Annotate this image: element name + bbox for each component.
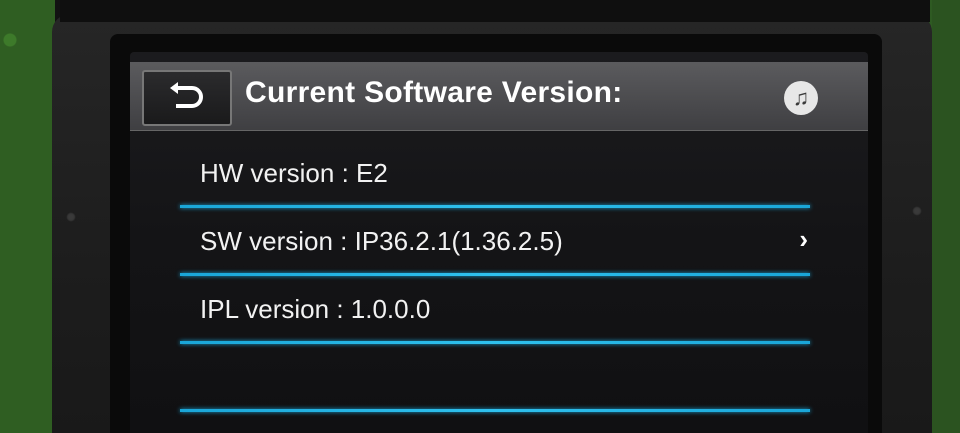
row-divider — [180, 273, 810, 276]
list-item-empty — [170, 348, 810, 412]
title-bar: Current Software Version: ♫ — [130, 62, 868, 131]
background-mat — [932, 0, 960, 433]
row-divider — [180, 205, 810, 208]
music-button[interactable]: ♫ — [784, 81, 818, 115]
row-divider — [180, 409, 810, 412]
chevron-right-icon: › — [799, 224, 808, 254]
page-title: Current Software Version: — [245, 76, 623, 109]
photo-background: Current Software Version: ♫ HW version :… — [0, 0, 960, 433]
device-top-edge — [60, 0, 930, 22]
ipl-version-label: IPL version : 1.0.0.0 — [200, 294, 431, 324]
music-note-icon: ♫ — [792, 85, 810, 110]
back-arrow-icon — [170, 82, 203, 108]
screw — [912, 206, 922, 216]
list-item-ipl-version: IPL version : 1.0.0.0 — [170, 280, 810, 344]
hw-version-label: HW version : E2 — [200, 158, 388, 188]
list-item-sw-version[interactable]: SW version : IP36.2.1(1.36.2.5) › — [170, 212, 810, 276]
sw-version-label: SW version : IP36.2.1(1.36.2.5) — [200, 226, 563, 256]
display-screen: Current Software Version: ♫ HW version :… — [130, 52, 868, 433]
screw — [66, 212, 76, 222]
list-item-hw-version: HW version : E2 — [170, 144, 810, 208]
row-divider — [180, 341, 810, 344]
back-button[interactable] — [142, 70, 232, 126]
